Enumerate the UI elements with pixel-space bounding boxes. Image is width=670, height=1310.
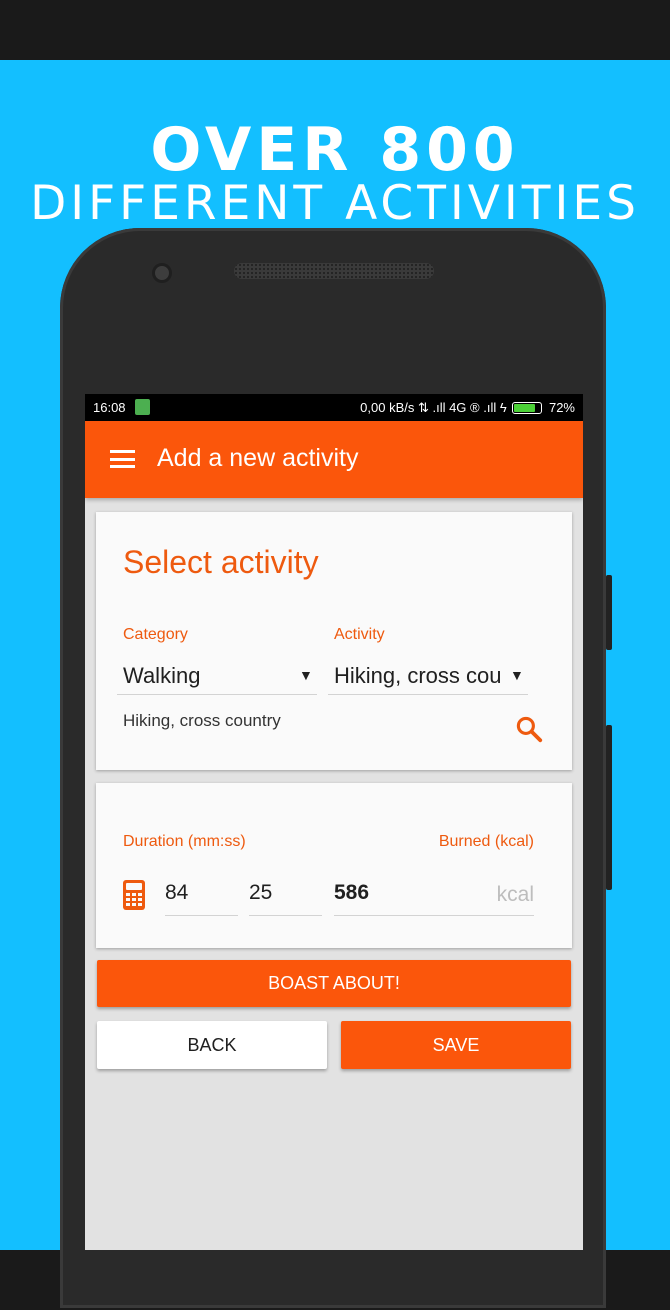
calculator-icon[interactable] — [123, 880, 145, 910]
save-button[interactable]: SAVE — [341, 1021, 571, 1069]
minutes-value: 84 — [165, 881, 189, 904]
category-value: Walking — [123, 663, 201, 688]
phone-side-button — [606, 725, 612, 890]
select-activity-card: Select activity Category Walking ▼ Activ… — [96, 512, 572, 770]
network-status: 0,00 kB/s ⇅ .ıll 4G ® .ıll ϟ — [360, 400, 507, 415]
select-activity-title: Select activity — [123, 544, 319, 580]
activity-value: Hiking, cross cou — [334, 663, 502, 688]
minutes-input[interactable]: 84 — [165, 863, 238, 916]
status-right-group: 0,00 kB/s ⇅ .ıll 4G ® .ıll ϟ 72% — [360, 400, 575, 416]
phone-side-button — [606, 575, 612, 650]
back-button[interactable]: BACK — [97, 1021, 327, 1069]
selected-activity-name: Hiking, cross country — [123, 711, 281, 730]
phone-screen: 16:08 0,00 kB/s ⇅ .ıll 4G ® .ıll ϟ 72% A… — [85, 394, 583, 1250]
status-time: 16:08 — [93, 400, 126, 415]
promo-headline: OVER 800 — [150, 115, 520, 185]
chevron-down-icon: ▼ — [510, 667, 524, 683]
category-dropdown[interactable]: Walking ▼ — [117, 635, 317, 695]
promo-subline: DIFFERENT ACTIVITIES — [30, 176, 640, 231]
duration-label: Duration (mm:ss) — [123, 833, 246, 850]
search-icon[interactable] — [514, 714, 544, 744]
phone-camera — [152, 263, 172, 283]
boast-button[interactable]: BOAST ABOUT! — [97, 960, 571, 1007]
app-bar: Add a new activity — [85, 421, 583, 498]
seconds-value: 25 — [249, 881, 273, 904]
status-bar: 16:08 0,00 kB/s ⇅ .ıll 4G ® .ıll ϟ 72% — [85, 394, 583, 421]
kcal-input[interactable]: 586 kcal — [334, 863, 534, 916]
phone-speaker — [234, 263, 434, 279]
hamburger-menu-icon[interactable] — [110, 450, 135, 468]
seconds-input[interactable]: 25 — [249, 863, 322, 916]
chevron-down-icon: ▼ — [299, 667, 313, 683]
battery-percent: 72% — [548, 400, 575, 415]
sim-icon — [135, 399, 150, 415]
duration-card: Duration (mm:ss) Burned (kcal) 84 25 586… — [96, 783, 572, 948]
battery-icon — [512, 401, 543, 414]
kcal-unit: kcal — [496, 883, 534, 906]
top-black-band — [0, 0, 670, 60]
battery-fill — [514, 403, 535, 412]
kcal-value: 586 — [334, 881, 370, 904]
burned-label: Burned (kcal) — [438, 833, 534, 850]
app-bar-title: Add a new activity — [157, 444, 359, 472]
activity-dropdown[interactable]: Hiking, cross cou ▼ — [328, 635, 528, 695]
